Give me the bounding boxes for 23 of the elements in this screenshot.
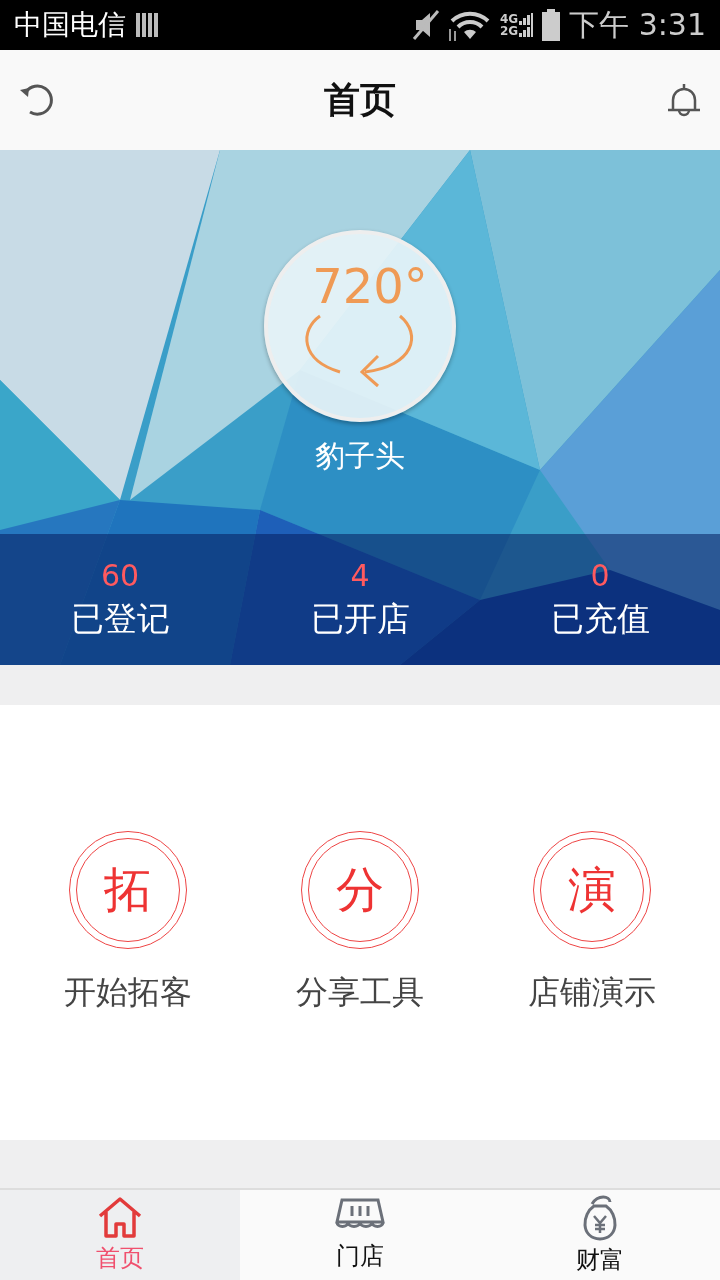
page-title: 首页: [324, 77, 396, 122]
stat-value: 60: [100, 557, 140, 593]
signal-icon: [519, 25, 534, 37]
battery-icon: [541, 9, 562, 41]
action-button[interactable]: 演 店铺演示: [522, 829, 662, 1016]
user-name: 豹子头: [315, 437, 405, 475]
stat-value: 4: [350, 557, 370, 593]
carrier-name: 中国电信: [14, 7, 126, 43]
house-icon: [96, 1196, 144, 1240]
stat-value: 0: [590, 557, 610, 593]
wifi-icon: [447, 9, 492, 41]
stat-label: 已开店: [310, 597, 410, 640]
signal-icon: [519, 13, 534, 25]
network-label: 4G: [499, 13, 519, 25]
stat-label: 已登记: [70, 597, 170, 640]
stat-label: 已充值: [550, 597, 650, 640]
action-button[interactable]: 分 分享工具: [290, 829, 430, 1016]
network-label: 2G: [499, 25, 519, 37]
action-button[interactable]: 拓 开始拓客: [58, 829, 198, 1016]
clock: 下午 3:31: [569, 5, 706, 44]
mute-icon: [411, 9, 440, 41]
avatar-text: 720°: [312, 262, 428, 310]
signal-bars-icon: [134, 11, 160, 39]
